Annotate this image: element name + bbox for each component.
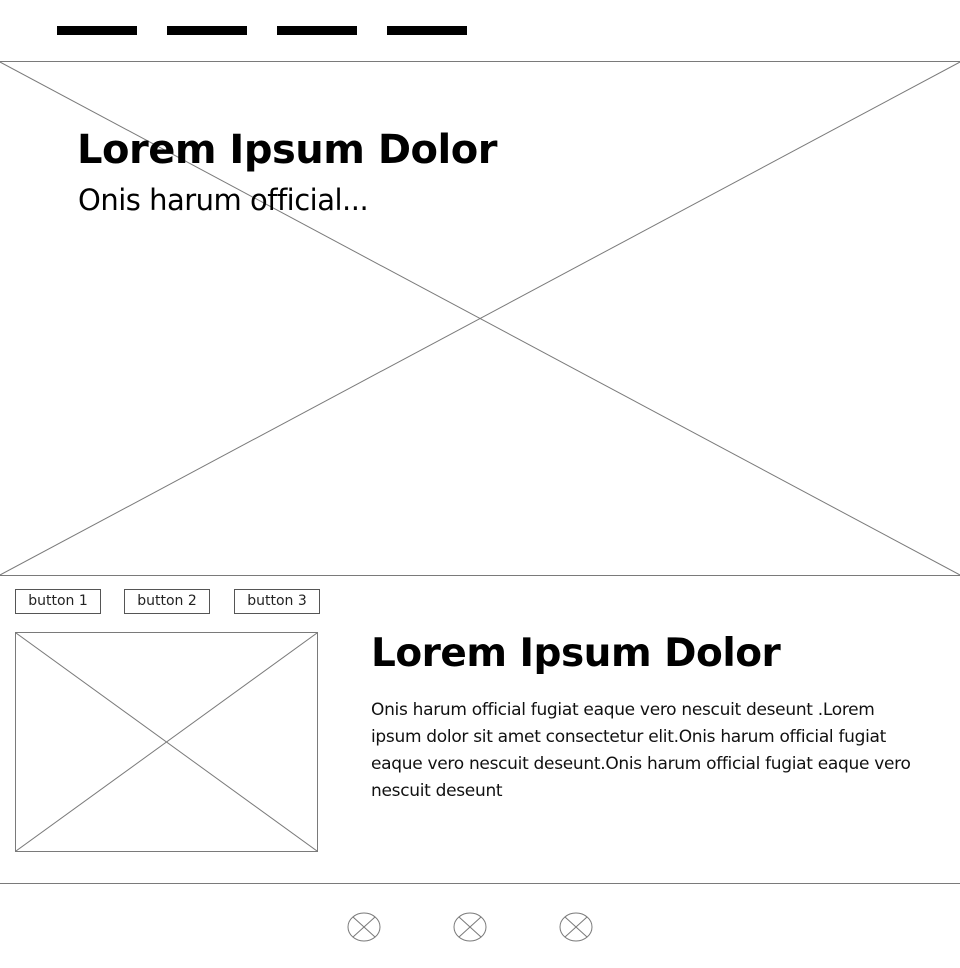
content-image-placeholder	[15, 632, 318, 852]
hero-subtitle: Onis harum official...	[78, 183, 369, 217]
button-3[interactable]: button 3	[234, 589, 320, 614]
nav-item-2[interactable]	[167, 26, 247, 35]
hero-title: Lorem Ipsum Dolor	[77, 127, 497, 173]
image-placeholder-icon	[453, 912, 487, 942]
button-2[interactable]: button 2	[124, 589, 210, 614]
footer	[0, 883, 960, 968]
footer-icon-2[interactable]	[453, 912, 487, 942]
button-1[interactable]: button 1	[15, 589, 101, 614]
footer-icon-1[interactable]	[347, 912, 381, 942]
image-placeholder-icon	[559, 912, 593, 942]
top-nav	[0, 0, 960, 61]
nav-item-4[interactable]	[387, 26, 467, 35]
nav-item-3[interactable]	[277, 26, 357, 35]
image-placeholder-icon	[16, 633, 317, 851]
image-placeholder-icon	[347, 912, 381, 942]
nav-item-1[interactable]	[57, 26, 137, 35]
content-title: Lorem Ipsum Dolor	[371, 631, 781, 676]
hero-banner: Lorem Ipsum Dolor Onis harum official...	[0, 61, 960, 576]
footer-icon-3[interactable]	[559, 912, 593, 942]
content-body: Onis harum official fugiat eaque vero ne…	[371, 700, 911, 801]
